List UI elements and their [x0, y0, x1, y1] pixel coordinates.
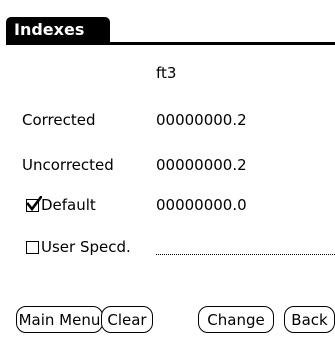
change-button[interactable]: Change [198, 306, 274, 333]
checkmark-icon [26, 195, 42, 211]
title-bar: Indexes [6, 17, 110, 44]
default-checkbox-label: Default [41, 196, 96, 214]
user-specd-checkbox[interactable] [26, 240, 39, 254]
screen-title: Indexes [14, 20, 85, 39]
uncorrected-value: 00000000.2 [156, 156, 247, 174]
uncorrected-label: Uncorrected [22, 156, 114, 174]
default-checkbox[interactable] [26, 195, 42, 212]
default-value: 00000000.0 [156, 196, 247, 214]
default-checkbox-row[interactable]: Default [26, 195, 96, 214]
main-menu-button[interactable]: Main Menu [16, 306, 103, 333]
title-underline [6, 42, 335, 45]
user-specd-checkbox-row[interactable]: User Specd. [26, 238, 131, 256]
user-specd-checkbox-label: User Specd. [41, 238, 131, 256]
clear-button[interactable]: Clear [101, 306, 153, 333]
indexes-screen: Indexes ft3 Corrected 00000000.2 Uncorre… [0, 0, 335, 339]
corrected-label: Corrected [22, 111, 96, 129]
back-button[interactable]: Back [284, 306, 335, 333]
user-specd-input[interactable] [156, 254, 335, 255]
corrected-value: 00000000.2 [156, 111, 247, 129]
unit-header: ft3 [156, 64, 177, 82]
